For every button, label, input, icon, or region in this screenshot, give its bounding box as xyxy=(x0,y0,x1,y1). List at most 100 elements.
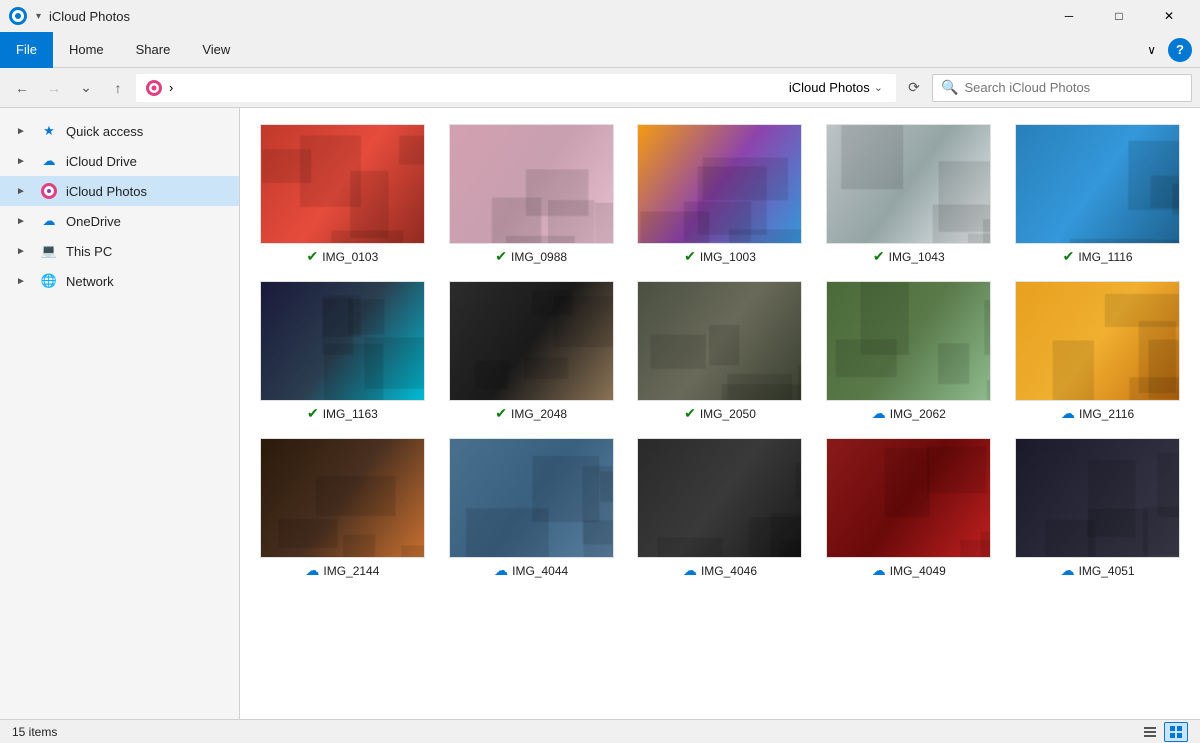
view-controls xyxy=(1138,722,1188,742)
photo-thumbnail xyxy=(826,281,991,401)
photo-item[interactable]: ✔ IMG_2048 xyxy=(445,281,618,422)
this-pc-icon: 💻 xyxy=(40,242,58,260)
back-button[interactable]: ← xyxy=(8,74,36,102)
sidebar-item-network[interactable]: ► 🌐 Network xyxy=(0,266,239,296)
photo-item[interactable]: ☁IMG_2062 xyxy=(822,281,995,422)
photo-label: ☁ IMG_4049 xyxy=(872,562,946,579)
sync-done-icon: ✔ xyxy=(684,248,696,265)
app-icon xyxy=(8,6,28,26)
up-button[interactable]: ↑ xyxy=(104,74,132,102)
list-view-button[interactable] xyxy=(1138,722,1162,742)
sidebar-label-this-pc: This PC xyxy=(66,244,112,259)
search-box: 🔍 xyxy=(932,74,1192,102)
photo-label: ✔IMG_0988 xyxy=(495,248,567,265)
refresh-button[interactable]: ⟳ xyxy=(900,74,928,102)
title-text: iCloud Photos xyxy=(49,9,1038,24)
photo-item[interactable]: ✔IMG_2050 xyxy=(634,281,807,422)
photo-item[interactable]: ✔ IMG_1163 xyxy=(256,281,429,422)
photo-item[interactable]: ☁IMG_4046 xyxy=(634,438,807,579)
menu-view[interactable]: View xyxy=(186,32,246,68)
photo-thumbnail xyxy=(637,124,802,244)
photo-item[interactable]: ✔IMG_0103 xyxy=(256,124,429,265)
photo-item[interactable]: ✔IMG_1116 xyxy=(1011,124,1184,265)
photo-item[interactable]: ☁IMG_4051 xyxy=(1011,438,1184,579)
expand-icon-icloud-drive: ► xyxy=(16,156,32,167)
icloud-photos-icon xyxy=(40,182,58,200)
menu-home[interactable]: Home xyxy=(53,32,120,68)
maximize-button[interactable]: □ xyxy=(1096,0,1142,32)
photo-filename: IMG_1163 xyxy=(323,407,378,421)
sync-done-icon: ✔ xyxy=(1063,248,1075,265)
sidebar-label-quick-access: Quick access xyxy=(66,124,143,139)
photo-label: ☁IMG_2116 xyxy=(1061,405,1134,422)
photo-item[interactable]: ✔ IMG_1043 xyxy=(822,124,995,265)
sync-done-icon: ✔ xyxy=(495,405,507,422)
sidebar-item-this-pc[interactable]: ► 💻 This PC xyxy=(0,236,239,266)
photo-thumbnail xyxy=(1015,124,1180,244)
photo-item[interactable]: ✔IMG_1003 xyxy=(634,124,807,265)
expand-icon-icloud-photos: ► xyxy=(16,186,32,197)
sync-done-icon: ✔ xyxy=(873,248,885,265)
menu-share[interactable]: Share xyxy=(120,32,187,68)
main-container: ► ★ Quick access ► ☁ iCloud Drive ► iClo… xyxy=(0,108,1200,719)
photo-filename: IMG_4049 xyxy=(890,564,946,578)
sync-cloud-icon: ☁ xyxy=(872,562,886,579)
sidebar-item-onedrive[interactable]: ► ☁ OneDrive xyxy=(0,206,239,236)
breadcrumb-text: iCloud Photos xyxy=(789,80,870,95)
ribbon-collapse-button[interactable]: ∨ xyxy=(1139,39,1164,61)
photo-thumbnail xyxy=(260,438,425,558)
photo-label: ☁IMG_2144 xyxy=(305,562,379,579)
help-button[interactable]: ? xyxy=(1168,38,1192,62)
forward-button[interactable]: → xyxy=(40,74,68,102)
photo-filename: IMG_2144 xyxy=(323,564,379,578)
search-icon: 🔍 xyxy=(941,79,958,96)
photo-label: ☁IMG_4046 xyxy=(683,562,757,579)
sidebar-label-onedrive: OneDrive xyxy=(66,214,121,229)
minimize-button[interactable]: ─ xyxy=(1046,0,1092,32)
photo-label: ✔IMG_2050 xyxy=(684,405,756,422)
photo-thumbnail xyxy=(637,438,802,558)
icloud-drive-icon: ☁ xyxy=(40,152,58,170)
photo-thumbnail xyxy=(449,281,614,401)
photo-item[interactable]: ☁IMG_4044 xyxy=(445,438,618,579)
breadcrumb-arrow: › xyxy=(169,80,783,95)
photo-item[interactable]: ✔IMG_0988 xyxy=(445,124,618,265)
menu-file[interactable]: File xyxy=(0,32,53,68)
sidebar-label-network: Network xyxy=(66,274,114,289)
photo-thumbnail xyxy=(826,124,991,244)
photo-grid: ✔IMG_0103✔IMG_0988✔IMG_1003✔IMG_1043✔IMG… xyxy=(256,124,1184,579)
search-input[interactable] xyxy=(964,80,1183,95)
photo-thumbnail xyxy=(260,124,425,244)
expand-icon-quick-access: ► xyxy=(16,126,32,137)
recent-locations-button[interactable]: ⌄ xyxy=(72,74,100,102)
sync-done-icon: ✔ xyxy=(307,405,319,422)
onedrive-icon: ☁ xyxy=(40,212,58,230)
close-button[interactable]: ✕ xyxy=(1146,0,1192,32)
expand-icon-network: ► xyxy=(16,276,32,287)
photo-filename: IMG_2116 xyxy=(1079,407,1134,421)
photo-item[interactable]: ☁ IMG_4049 xyxy=(822,438,995,579)
photo-filename: IMG_1116 xyxy=(1078,250,1132,264)
photo-filename: IMG_2062 xyxy=(890,407,946,421)
address-input[interactable]: › iCloud Photos ⌄ xyxy=(136,74,896,102)
grid-view-button[interactable] xyxy=(1164,722,1188,742)
sidebar-item-icloud-photos[interactable]: ► iCloud Photos xyxy=(0,176,239,206)
menu-bar: File Home Share View ∨ ? xyxy=(0,32,1200,68)
sync-cloud-icon: ☁ xyxy=(1061,562,1075,579)
photo-filename: IMG_4044 xyxy=(512,564,568,578)
sync-done-icon: ✔ xyxy=(495,248,507,265)
photo-label: ✔ IMG_2048 xyxy=(495,405,567,422)
photo-filename: IMG_2048 xyxy=(511,407,567,421)
photo-filename: IMG_2050 xyxy=(700,407,756,421)
sidebar-item-quick-access[interactable]: ► ★ Quick access xyxy=(0,116,239,146)
window-controls: ─ □ ✕ xyxy=(1046,0,1192,32)
photo-item[interactable]: ☁IMG_2144 xyxy=(256,438,429,579)
sidebar: ► ★ Quick access ► ☁ iCloud Drive ► iClo… xyxy=(0,108,240,719)
photo-filename: IMG_1043 xyxy=(889,250,945,264)
title-chevron: ▾ xyxy=(36,11,41,22)
photo-label: ☁IMG_4044 xyxy=(494,562,568,579)
photo-item[interactable]: ☁IMG_2116 xyxy=(1011,281,1184,422)
sidebar-item-icloud-drive[interactable]: ► ☁ iCloud Drive xyxy=(0,146,239,176)
sidebar-label-icloud-drive: iCloud Drive xyxy=(66,154,137,169)
address-dropdown-arrow[interactable]: ⌄ xyxy=(870,81,887,94)
